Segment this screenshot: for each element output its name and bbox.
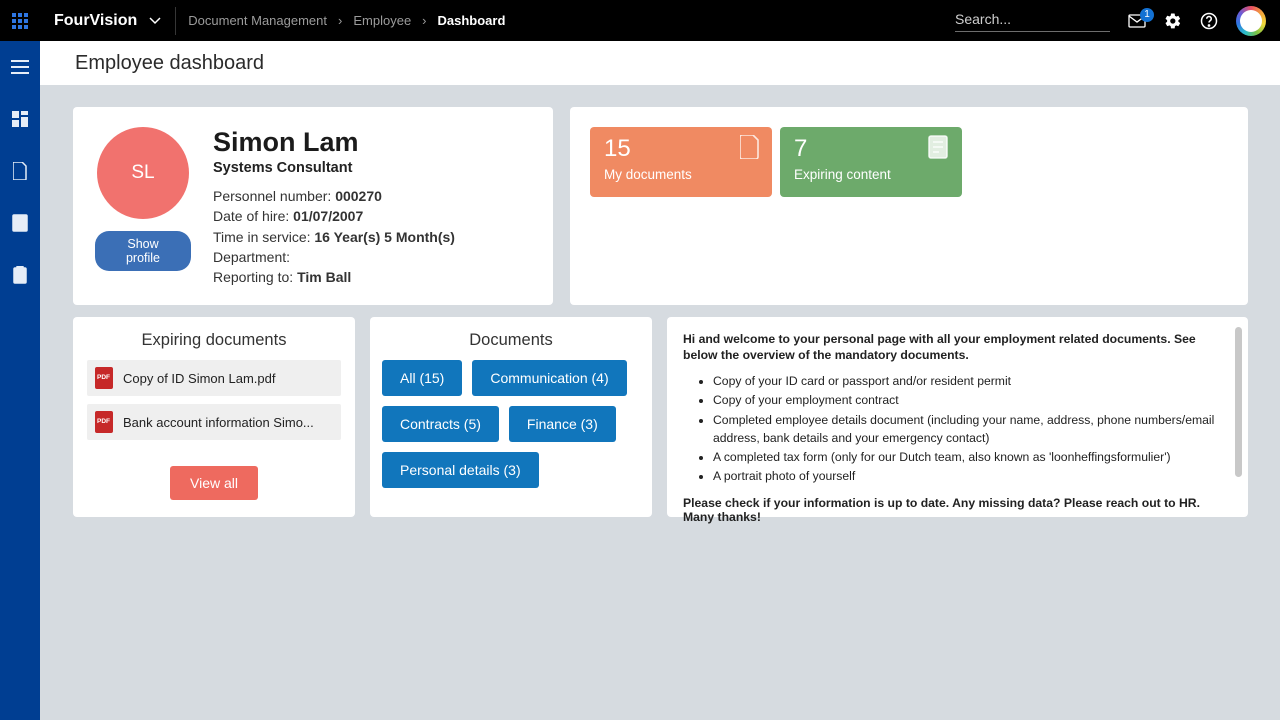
top-bar: FourVision Document Management › Employe… (0, 0, 1280, 41)
expiring-content-tile[interactable]: 7 Expiring content (780, 127, 962, 197)
document-filter-chip[interactable]: Communication (4) (472, 360, 626, 396)
show-profile-button[interactable]: Show profile (95, 231, 191, 271)
list-item: A completed tax form (only for our Dutch… (713, 448, 1232, 466)
search-input[interactable] (955, 9, 1110, 31)
document-name: Bank account information Simo... (123, 415, 333, 430)
list-item: Completed employee details document (inc… (713, 411, 1232, 448)
document-filter-chip[interactable]: Personal details (3) (382, 452, 539, 488)
welcome-intro: Hi and welcome to your personal page wit… (683, 331, 1232, 364)
reporting-to-label: Reporting to: (213, 269, 297, 285)
scrollbar[interactable] (1235, 327, 1242, 477)
help-icon[interactable] (1200, 12, 1218, 30)
breadcrumb-item[interactable]: Employee (353, 13, 411, 28)
expiring-content-count: 7 (794, 137, 948, 161)
document-filter-chip[interactable]: All (15) (382, 360, 462, 396)
chevron-right-icon: › (422, 13, 426, 28)
employee-profile-card: SL Show profile Simon Lam Systems Consul… (73, 107, 553, 305)
breadcrumb-item[interactable]: Document Management (188, 13, 327, 28)
divider (175, 7, 176, 35)
hamburger-menu-icon[interactable] (4, 51, 36, 83)
document-icon[interactable] (4, 155, 36, 187)
employee-title: Systems Consultant (213, 160, 455, 176)
list-item: Copy of your employment contract (713, 391, 1232, 409)
clipboard-icon[interactable] (4, 259, 36, 291)
reporting-to-value: Tim Ball (297, 269, 351, 285)
documents-card: Documents All (15) Communication (4) Con… (370, 317, 652, 517)
my-documents-tile[interactable]: 15 My documents (590, 127, 772, 197)
dashboard-tiles-icon[interactable] (4, 103, 36, 135)
pdf-icon (95, 367, 113, 389)
brand-name[interactable]: FourVision (54, 12, 137, 30)
employee-avatar: SL (97, 127, 189, 219)
personnel-number-label: Personnel number: (213, 188, 335, 204)
expiring-content-label: Expiring content (794, 167, 948, 182)
app-launcher-icon[interactable] (0, 0, 40, 41)
documents-title: Documents (382, 331, 640, 350)
department-label: Department: (213, 249, 290, 265)
mandatory-documents-list: Copy of your ID card or passport and/or … (713, 372, 1232, 486)
expiring-document-item[interactable]: Bank account information Simo... (87, 404, 341, 440)
expiring-documents-card: Expiring documents Copy of ID Simon Lam.… (73, 317, 355, 517)
checklist-icon (928, 135, 950, 164)
breadcrumb: Document Management › Employee › Dashboa… (188, 13, 505, 28)
document-filter-chip[interactable]: Finance (3) (509, 406, 616, 442)
list-item: A portrait photo of yourself (713, 467, 1232, 485)
personnel-number-value: 000270 (335, 188, 382, 204)
document-filter-chip[interactable]: Contracts (5) (382, 406, 499, 442)
document-name: Copy of ID Simon Lam.pdf (123, 371, 333, 386)
pdf-icon (95, 411, 113, 433)
chevron-right-icon: › (338, 13, 342, 28)
content-area: SL Show profile Simon Lam Systems Consul… (40, 85, 1280, 720)
brand-chevron-down-icon[interactable] (149, 15, 161, 27)
page-title: Employee dashboard (75, 52, 264, 75)
notification-badge: 1 (1140, 8, 1154, 22)
page-header: Employee dashboard (40, 41, 1280, 85)
employee-name: Simon Lam (213, 127, 455, 158)
my-documents-label: My documents (604, 167, 758, 182)
time-in-service-label: Time in service: (213, 229, 314, 245)
welcome-footer: Please check if your information is up t… (683, 496, 1232, 524)
expiring-documents-title: Expiring documents (142, 331, 287, 350)
list-item: Copy of your ID card or passport and/or … (713, 372, 1232, 390)
messages-icon[interactable]: 1 (1128, 14, 1146, 28)
time-in-service-value: 16 Year(s) 5 Month(s) (314, 229, 455, 245)
settings-gear-icon[interactable] (1164, 12, 1182, 30)
breadcrumb-current: Dashboard (438, 13, 506, 28)
date-of-hire-label: Date of hire: (213, 208, 293, 224)
left-navigation-rail (0, 41, 40, 720)
date-of-hire-value: 01/07/2007 (293, 208, 363, 224)
view-all-button[interactable]: View all (170, 466, 258, 500)
my-documents-count: 15 (604, 137, 758, 161)
summary-tiles-card: 15 My documents 7 Expiring content (570, 107, 1248, 305)
welcome-message-card: Hi and welcome to your personal page wit… (667, 317, 1248, 517)
user-avatar[interactable] (1236, 6, 1266, 36)
form-icon[interactable] (4, 207, 36, 239)
document-icon (740, 135, 760, 164)
expiring-document-item[interactable]: Copy of ID Simon Lam.pdf (87, 360, 341, 396)
